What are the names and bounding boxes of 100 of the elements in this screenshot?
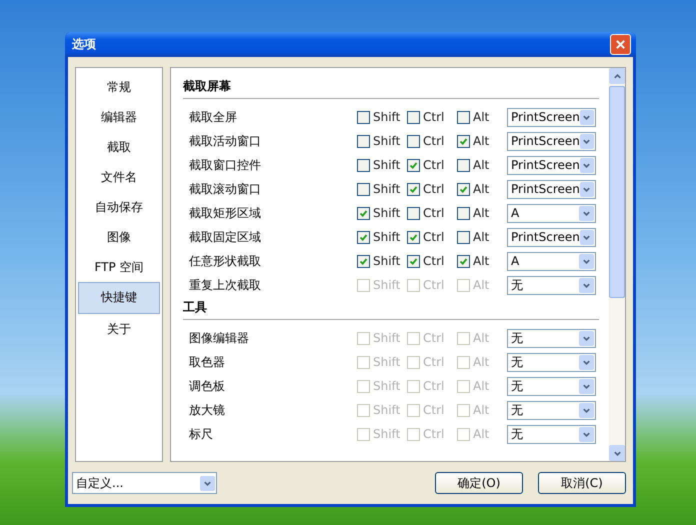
sidebar-item[interactable]: 截取 bbox=[78, 132, 160, 162]
modifier-checkbox: Ctrl bbox=[407, 355, 457, 369]
modifier-checkbox: Alt bbox=[457, 403, 507, 417]
caret-icon[interactable] bbox=[579, 426, 594, 442]
close-button[interactable] bbox=[610, 34, 631, 55]
modifier-checkbox: Shift bbox=[357, 331, 407, 345]
modifier-checkbox[interactable]: Ctrl bbox=[407, 254, 457, 268]
modifier-checkbox: Shift bbox=[357, 278, 407, 292]
modifier-checkbox: Alt bbox=[457, 331, 507, 345]
sidebar-item[interactable]: 文件名 bbox=[78, 162, 160, 192]
modifier-checkbox[interactable]: Alt bbox=[457, 230, 507, 244]
modifier-checkbox[interactable]: Alt bbox=[457, 158, 507, 172]
modifier-checkbox[interactable]: Alt bbox=[457, 206, 507, 220]
modifier-checkbox[interactable]: Ctrl bbox=[407, 182, 457, 196]
shortcut-label: 截取窗口控件 bbox=[188, 156, 262, 174]
dropdown[interactable]: A bbox=[507, 204, 596, 222]
shortcut-label: 图像编辑器 bbox=[188, 330, 250, 346]
shortcut-label: 截取固定区域 bbox=[188, 228, 262, 246]
caret-icon[interactable] bbox=[580, 230, 594, 244]
modifier-checkbox[interactable]: Ctrl bbox=[407, 206, 457, 220]
window-title: 选项 bbox=[72, 36, 96, 53]
caret-icon[interactable] bbox=[579, 402, 594, 418]
modifier-checkbox[interactable]: Shift bbox=[357, 206, 407, 220]
check-icon bbox=[409, 256, 418, 266]
close-icon bbox=[615, 39, 626, 50]
sidebar-item[interactable]: 图像 bbox=[78, 222, 160, 252]
sidebar-item[interactable]: 常规 bbox=[78, 72, 160, 102]
sidebar-item[interactable]: 快捷键 bbox=[78, 282, 160, 314]
shortcut-label: 截取矩形区域 bbox=[188, 204, 262, 222]
modifier-checkbox[interactable]: Ctrl bbox=[407, 134, 457, 148]
caret-icon[interactable] bbox=[200, 476, 215, 490]
dropdown[interactable]: 自定义... bbox=[72, 472, 217, 494]
modifier-checkbox[interactable]: Alt bbox=[457, 134, 507, 148]
dropdown[interactable]: PrintScreen bbox=[507, 132, 596, 150]
modifier-checkbox[interactable]: Alt bbox=[457, 254, 507, 268]
shortcut-label: 任意形状截取 bbox=[188, 252, 262, 270]
modifier-checkbox[interactable]: Alt bbox=[457, 110, 507, 124]
caret-icon[interactable] bbox=[580, 182, 594, 196]
modifier-checkbox[interactable]: Alt bbox=[457, 182, 507, 196]
modifier-checkbox[interactable]: Shift bbox=[357, 110, 407, 124]
modifier-checkbox[interactable]: Shift bbox=[357, 134, 407, 148]
shortcut-label: 取色器 bbox=[188, 354, 226, 370]
dropdown[interactable]: PrintScreen bbox=[507, 228, 596, 246]
section-heading: 工具 bbox=[183, 297, 599, 320]
modifier-checkbox: Shift bbox=[357, 379, 407, 393]
modifier-checkbox: Ctrl bbox=[407, 379, 457, 393]
modifier-checkbox: Alt bbox=[457, 278, 507, 292]
modifier-checkbox[interactable]: Shift bbox=[357, 182, 407, 196]
sidebar-item[interactable]: 自动保存 bbox=[78, 192, 160, 222]
modifier-checkbox: Ctrl bbox=[407, 403, 457, 417]
shortcut-label: 截取全屏 bbox=[188, 108, 238, 126]
check-icon bbox=[459, 136, 468, 146]
shortcut-label: 放大镜 bbox=[188, 402, 226, 418]
modifier-checkbox: Shift bbox=[357, 355, 407, 369]
modifier-checkbox[interactable]: Ctrl bbox=[407, 230, 457, 244]
check-icon bbox=[359, 232, 368, 242]
dropdown[interactable]: A bbox=[507, 252, 596, 270]
modifier-checkbox[interactable]: Ctrl bbox=[407, 158, 457, 172]
modifier-checkbox: Alt bbox=[457, 355, 507, 369]
shortcut-label: 截取活动窗口 bbox=[188, 132, 262, 150]
check-icon bbox=[359, 208, 368, 218]
sidebar-item[interactable]: 编辑器 bbox=[78, 102, 160, 132]
dialog-button[interactable]: 确定(O) bbox=[435, 472, 523, 494]
shortcut-label: 调色板 bbox=[188, 378, 226, 394]
dropdown[interactable]: PrintScreen bbox=[507, 180, 596, 198]
check-icon bbox=[409, 160, 418, 170]
check-icon bbox=[459, 184, 468, 194]
caret-icon[interactable] bbox=[580, 158, 594, 172]
sidebar-item[interactable]: FTP 空间 bbox=[78, 252, 160, 282]
caret-icon[interactable] bbox=[579, 354, 594, 370]
caret-icon[interactable] bbox=[579, 254, 594, 268]
modifier-checkbox[interactable]: Ctrl bbox=[407, 110, 457, 124]
shortcut-label: 截取滚动窗口 bbox=[188, 180, 262, 198]
caret-icon[interactable] bbox=[579, 278, 594, 292]
modifier-checkbox: Alt bbox=[457, 427, 507, 441]
modifier-checkbox: Ctrl bbox=[407, 278, 457, 292]
dropdown[interactable]: PrintScreen bbox=[507, 108, 596, 126]
check-icon bbox=[409, 184, 418, 194]
sidebar-item[interactable]: 关于 bbox=[78, 314, 160, 344]
modifier-checkbox: Alt bbox=[457, 379, 507, 393]
dropdown[interactable]: PrintScreen bbox=[507, 156, 596, 174]
dialog-button[interactable]: 取消(C) bbox=[538, 472, 626, 494]
check-icon bbox=[409, 232, 418, 242]
caret-icon[interactable] bbox=[579, 206, 594, 220]
modifier-checkbox[interactable]: Shift bbox=[357, 158, 407, 172]
modifier-checkbox: Ctrl bbox=[407, 331, 457, 345]
check-icon bbox=[359, 256, 368, 266]
modifier-checkbox: Shift bbox=[357, 403, 407, 417]
modifier-checkbox[interactable]: Shift bbox=[357, 230, 407, 244]
caret-icon[interactable] bbox=[579, 378, 594, 394]
shortcut-label: 重复上次截取 bbox=[188, 276, 262, 294]
caret-icon[interactable] bbox=[580, 134, 594, 148]
caret-icon[interactable] bbox=[579, 330, 594, 346]
shortcut-label: 标尺 bbox=[188, 426, 214, 442]
scrollbar[interactable] bbox=[609, 68, 625, 461]
modifier-checkbox[interactable]: Shift bbox=[357, 254, 407, 268]
caret-icon[interactable] bbox=[580, 110, 594, 124]
check-icon bbox=[459, 256, 468, 266]
modifier-checkbox: Ctrl bbox=[407, 427, 457, 441]
section-heading: 截取屏幕 bbox=[183, 76, 599, 99]
